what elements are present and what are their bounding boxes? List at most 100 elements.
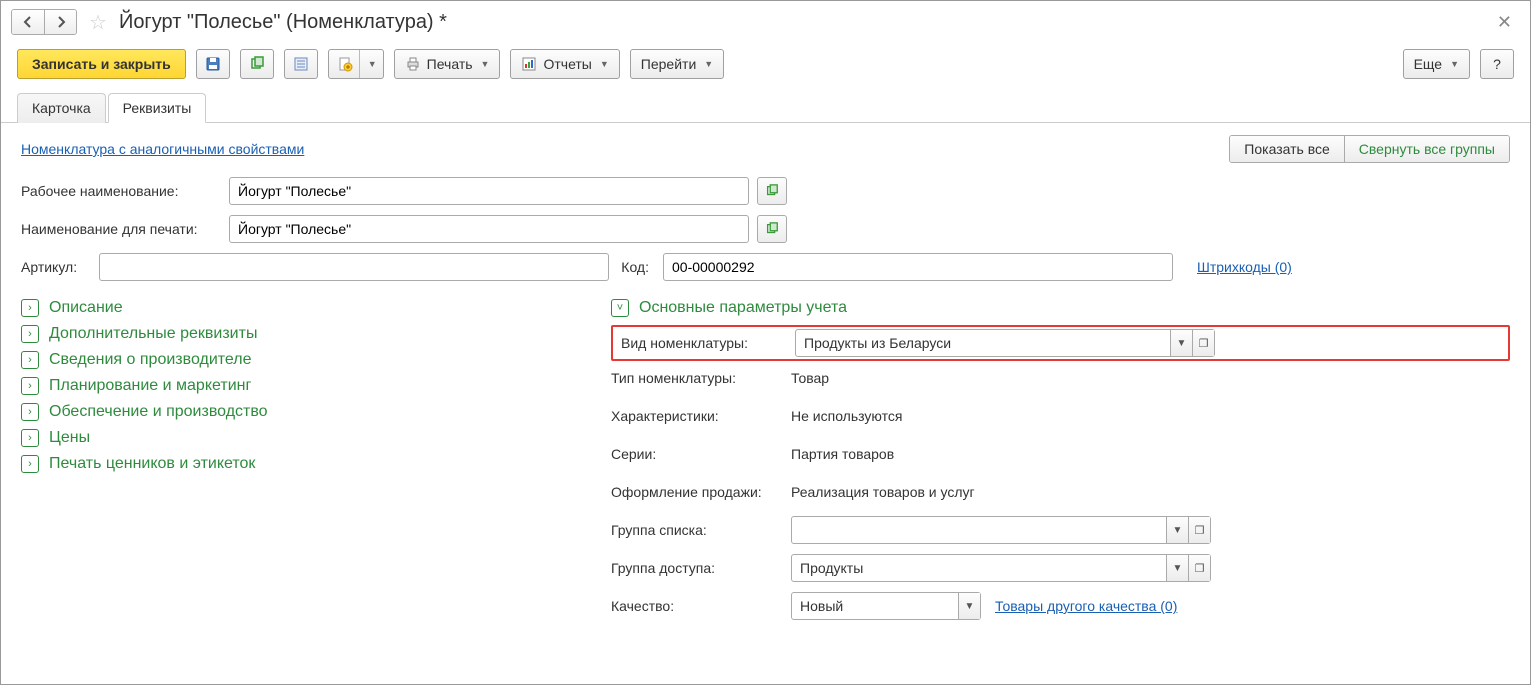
nomenclature-kind-row-highlighted: Вид номенклатуры: Продукты из Беларуси ▼… <box>611 325 1510 361</box>
dropdown-button[interactable]: ▼ <box>1170 330 1192 356</box>
favorite-star-icon[interactable]: ☆ <box>85 10 111 35</box>
chevron-down-icon: ▼ <box>481 59 490 69</box>
open-button[interactable]: ❐ <box>1188 517 1210 543</box>
group-print-tags[interactable]: › Печать ценников и этикеток <box>21 455 581 473</box>
group-prices[interactable]: › Цены <box>21 429 581 447</box>
nav-back-button[interactable] <box>12 10 44 34</box>
chevron-right-icon: › <box>21 299 39 317</box>
dropdown-button[interactable]: ▼ <box>1166 517 1188 543</box>
more-button[interactable]: Еще ▼ <box>1403 49 1470 79</box>
print-name-copy-button[interactable] <box>757 215 787 243</box>
series-value: Партия товаров <box>791 446 894 462</box>
group-additional-requisites-label: Дополнительные реквизиты <box>49 325 257 343</box>
working-name-input[interactable] <box>229 177 749 205</box>
tab-card[interactable]: Карточка <box>17 93 106 123</box>
open-button[interactable]: ❐ <box>1188 555 1210 581</box>
close-button[interactable]: ✕ <box>1489 12 1520 33</box>
floppy-icon <box>205 56 221 72</box>
article-code-row: Артикул: Код: Штрихкоды (0) <box>21 253 1510 281</box>
collapse-all-button[interactable]: Свернуть все группы <box>1344 136 1509 162</box>
goto-button-label: Перейти <box>641 56 696 72</box>
characteristics-value: Не используются <box>791 408 902 424</box>
similar-properties-link[interactable]: Номенклатура с аналогичными свойствами <box>21 141 304 157</box>
open-icon: ❐ <box>1199 337 1209 350</box>
document-plus-icon <box>337 56 353 72</box>
chevron-down-icon: ▼ <box>1450 59 1459 69</box>
toolbar: Записать и закрыть ▼ Печать ▼ Отчеты ▼ П… <box>1 43 1530 93</box>
goto-button[interactable]: Перейти ▼ <box>630 49 724 79</box>
more-button-label: Еще <box>1414 56 1443 72</box>
right-column: ˅ Основные параметры учета Вид номенклат… <box>611 291 1510 627</box>
group-description-label: Описание <box>49 299 123 317</box>
list-group-row: Группа списка: ▼ ❐ <box>611 513 1510 547</box>
dropdown-button[interactable]: ▼ <box>1166 555 1188 581</box>
group-main-accounting-params-label: Основные параметры учета <box>639 299 847 317</box>
code-input[interactable] <box>663 253 1173 281</box>
create-based-on-button[interactable]: ▼ <box>328 49 384 79</box>
access-group-value: Продукты <box>792 555 1166 581</box>
reports-button[interactable]: Отчеты ▼ <box>510 49 619 79</box>
nav-forward-button[interactable] <box>44 10 76 34</box>
save-and-close-button[interactable]: Записать и закрыть <box>17 49 186 79</box>
nav-buttons <box>11 9 77 35</box>
app-window: ☆ Йогурт "Полесье" (Номенклатура) * ✕ За… <box>0 0 1531 685</box>
other-quality-goods-link[interactable]: Товары другого качества (0) <box>995 598 1177 614</box>
characteristics-label: Характеристики: <box>611 408 791 424</box>
tabs: Карточка Реквизиты <box>1 93 1530 123</box>
copy-icon <box>765 222 779 236</box>
group-prices-label: Цены <box>49 429 90 447</box>
list-group-label: Группа списка: <box>611 522 791 538</box>
report-icon <box>521 56 537 72</box>
save-button[interactable] <box>196 49 230 79</box>
list-button[interactable] <box>284 49 318 79</box>
list-group-select[interactable]: ▼ ❐ <box>791 516 1211 544</box>
show-all-button[interactable]: Показать все <box>1230 136 1343 162</box>
print-button-label: Печать <box>427 56 473 72</box>
open-button[interactable]: ❐ <box>1192 330 1214 356</box>
sale-processing-row: Оформление продажи: Реализация товаров и… <box>611 475 1510 509</box>
group-supply-production-label: Обеспечение и производство <box>49 403 268 421</box>
print-button[interactable]: Печать ▼ <box>394 49 501 79</box>
quality-row: Качество: Новый ▼ Товары другого качеств… <box>611 589 1510 623</box>
quality-label: Качество: <box>611 598 791 614</box>
print-name-input[interactable] <box>229 215 749 243</box>
access-group-row: Группа доступа: Продукты ▼ ❐ <box>611 551 1510 585</box>
group-supply-production[interactable]: › Обеспечение и производство <box>21 403 581 421</box>
group-manufacturer-info[interactable]: › Сведения о производителе <box>21 351 581 369</box>
list-icon <box>293 56 309 72</box>
article-label: Артикул: <box>21 259 91 275</box>
sale-processing-label: Оформление продажи: <box>611 484 791 500</box>
chevron-down-icon: ▼ <box>704 59 713 69</box>
help-button[interactable]: ? <box>1480 49 1514 79</box>
copy-icon <box>249 56 265 72</box>
barcodes-link[interactable]: Штрихкоды (0) <box>1197 259 1292 275</box>
article-input[interactable] <box>99 253 609 281</box>
group-additional-requisites[interactable]: › Дополнительные реквизиты <box>21 325 581 343</box>
nomenclature-kind-select[interactable]: Продукты из Беларуси ▼ ❐ <box>795 329 1215 357</box>
copy-button[interactable] <box>240 49 274 79</box>
sale-processing-value: Реализация товаров и услуг <box>791 484 975 500</box>
two-column-area: › Описание › Дополнительные реквизиты › … <box>21 291 1510 627</box>
working-name-copy-button[interactable] <box>757 177 787 205</box>
nomenclature-kind-value: Продукты из Беларуси <box>796 330 1170 356</box>
nomenclature-type-value: Товар <box>791 370 829 386</box>
left-column: › Описание › Дополнительные реквизиты › … <box>21 291 581 627</box>
characteristics-row: Характеристики: Не используются <box>611 399 1510 433</box>
series-label: Серии: <box>611 446 791 462</box>
group-print-tags-label: Печать ценников и этикеток <box>49 455 255 473</box>
dropdown-button[interactable]: ▼ <box>958 593 980 619</box>
group-description[interactable]: › Описание <box>21 299 581 317</box>
group-planning-marketing[interactable]: › Планирование и маркетинг <box>21 377 581 395</box>
tab-requisites[interactable]: Реквизиты <box>108 93 207 123</box>
chevron-down-icon: ▼ <box>368 59 377 69</box>
access-group-select[interactable]: Продукты ▼ ❐ <box>791 554 1211 582</box>
chevron-down-icon: ˅ <box>611 299 629 317</box>
printer-icon <box>405 56 421 72</box>
quality-select[interactable]: Новый ▼ <box>791 592 981 620</box>
arrow-left-icon <box>20 14 36 30</box>
copy-icon <box>765 184 779 198</box>
titlebar: ☆ Йогурт "Полесье" (Номенклатура) * ✕ <box>1 1 1530 43</box>
group-main-accounting-params[interactable]: ˅ Основные параметры учета <box>611 299 1510 317</box>
working-name-label: Рабочее наименование: <box>21 183 221 199</box>
chevron-right-icon: › <box>21 351 39 369</box>
